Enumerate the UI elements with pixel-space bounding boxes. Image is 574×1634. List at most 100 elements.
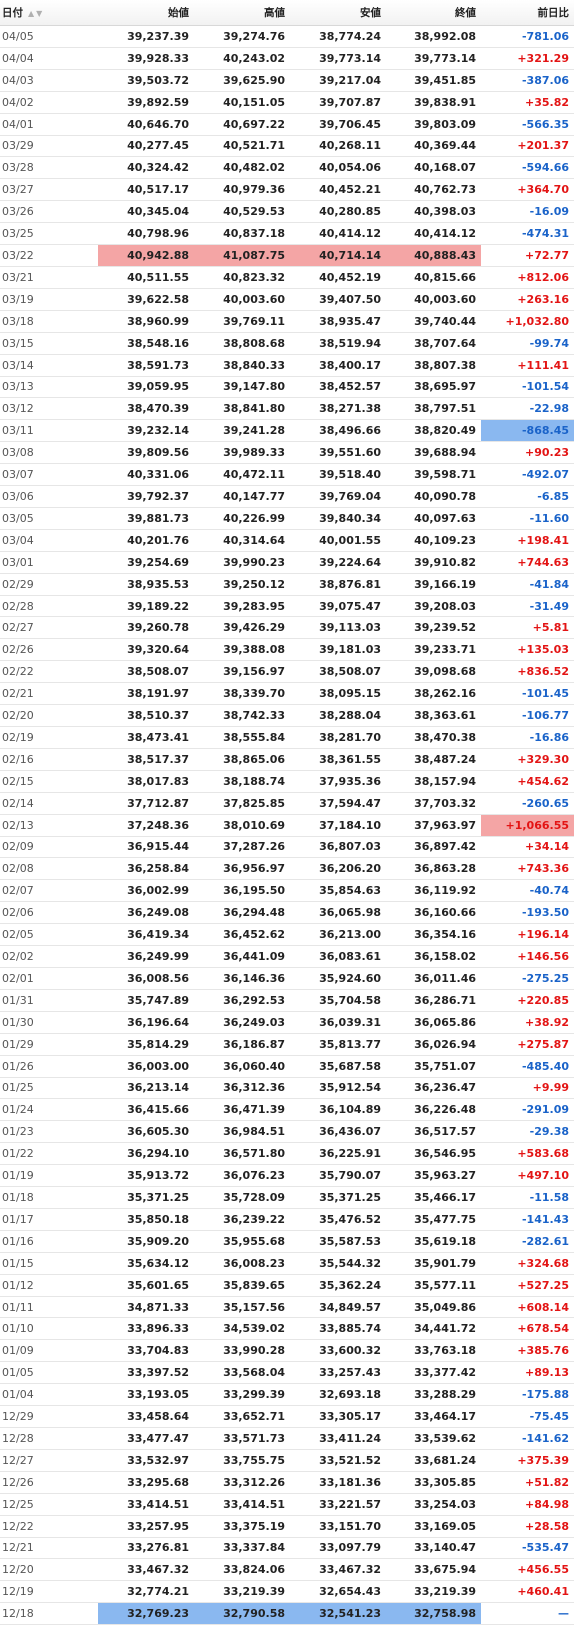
low-cell: 37,184.10	[290, 814, 386, 837]
close-cell: 38,807.38	[386, 354, 481, 377]
open-cell: 33,414.51	[98, 1493, 194, 1516]
high-cell: 39,250.12	[194, 573, 290, 596]
low-cell: 35,687.58	[290, 1055, 386, 1078]
high-cell: 39,388.08	[194, 638, 290, 662]
close-cell: 40,398.03	[386, 200, 481, 224]
date-cell: 12/27	[0, 1449, 98, 1472]
open-column-header: 始値	[98, 0, 194, 26]
change-cell: +678.54	[481, 1317, 574, 1341]
high-cell: 36,956.97	[194, 857, 290, 881]
table-row: 03/11 39,232.14 39,241.28 38,496.66 38,820.4…	[0, 419, 574, 443]
date-cell: 03/26	[0, 200, 98, 224]
close-cell: 39,773.14	[386, 47, 481, 70]
change-cell: +201.37	[481, 135, 574, 158]
table-row: 03/07 40,331.06 40,472.11 39,518.40 39,598.7…	[0, 463, 574, 487]
high-cell: 40,482.02	[194, 156, 290, 180]
close-cell: 39,803.09	[386, 113, 481, 136]
change-cell: -40.74	[481, 879, 574, 903]
low-cell: 35,704.58	[290, 989, 386, 1012]
close-cell: 39,598.71	[386, 463, 481, 487]
open-cell: 40,517.17	[98, 178, 194, 202]
table-row: 02/22 38,508.07 39,156.97 38,508.07 39,098.6…	[0, 660, 574, 684]
change-cell: -781.06	[481, 25, 574, 48]
low-cell: 38,095.15	[290, 682, 386, 706]
low-cell: 39,840.34	[290, 507, 386, 530]
open-cell: 35,850.18	[98, 1208, 194, 1231]
change-cell: +744.63	[481, 551, 574, 574]
date-cell: 01/23	[0, 1120, 98, 1144]
low-cell: 36,436.07	[290, 1120, 386, 1144]
close-cell: 39,910.82	[386, 551, 481, 574]
close-cell: 38,707.64	[386, 332, 481, 355]
change-cell: -16.09	[481, 200, 574, 224]
open-cell: 33,295.68	[98, 1471, 194, 1494]
high-cell: 36,146.36	[194, 967, 290, 990]
open-cell: 38,191.97	[98, 682, 194, 706]
change-cell: -6.85	[481, 485, 574, 508]
low-cell: 39,217.04	[290, 69, 386, 92]
sort-desc-icon[interactable]: ▼	[36, 9, 42, 18]
low-cell: 39,407.50	[290, 288, 386, 311]
table-row: 01/23 36,605.30 36,984.51 36,436.07 36,517.5…	[0, 1120, 574, 1144]
date-cell: 01/29	[0, 1033, 98, 1056]
open-cell: 37,248.36	[98, 814, 194, 837]
open-cell: 36,249.99	[98, 945, 194, 968]
table-row: 12/25 33,414.51 33,414.51 33,221.57 33,254.0…	[0, 1493, 574, 1516]
date-cell: 03/21	[0, 266, 98, 289]
date-cell: 12/26	[0, 1471, 98, 1494]
change-cell: +5.81	[481, 616, 574, 640]
open-cell: 39,260.78	[98, 616, 194, 640]
close-cell: 36,065.86	[386, 1011, 481, 1034]
close-cell: 37,703.32	[386, 792, 481, 815]
high-cell: 40,697.22	[194, 113, 290, 136]
low-cell: 36,065.98	[290, 901, 386, 925]
open-cell: 35,913.72	[98, 1164, 194, 1188]
date-cell: 03/01	[0, 551, 98, 574]
open-cell: 39,503.72	[98, 69, 194, 92]
open-cell: 33,458.64	[98, 1405, 194, 1428]
date-cell: 02/02	[0, 945, 98, 968]
change-cell: +111.41	[481, 354, 574, 377]
close-cell: 36,026.94	[386, 1033, 481, 1056]
date-cell: 12/21	[0, 1537, 98, 1560]
close-cell: 33,169.05	[386, 1515, 481, 1538]
change-cell: +743.36	[481, 857, 574, 881]
change-cell: +456.55	[481, 1558, 574, 1582]
date-cell: 01/04	[0, 1383, 98, 1407]
high-cell: 40,529.53	[194, 200, 290, 224]
sort-controls[interactable]: ▲ ▼	[26, 7, 42, 19]
open-cell: 36,415.66	[98, 1098, 194, 1122]
price-history-table: 日付 ▲ ▼ 始値 高値 安値 終値 前日比 04/05 39,237.39 39,27…	[0, 0, 574, 1626]
date-cell: 01/24	[0, 1098, 98, 1122]
high-cell: 33,571.73	[194, 1427, 290, 1450]
table-row: 01/25 36,213.14 36,312.36 35,912.54 36,236.4…	[0, 1077, 574, 1100]
open-cell: 39,232.14	[98, 419, 194, 443]
low-cell: 36,104.89	[290, 1098, 386, 1122]
change-cell: +329.30	[481, 748, 574, 771]
table-row: 02/29 38,935.53 39,250.12 38,876.81 39,166.1…	[0, 573, 574, 596]
table-row: 12/27 33,532.97 33,755.75 33,521.52 33,681.2…	[0, 1449, 574, 1472]
high-cell: 36,294.48	[194, 901, 290, 925]
high-cell: 36,060.40	[194, 1055, 290, 1078]
table-row: 02/01 36,008.56 36,146.36 35,924.60 36,011.4…	[0, 967, 574, 990]
close-cell: 35,049.86	[386, 1296, 481, 1319]
open-cell: 37,712.87	[98, 792, 194, 815]
table-row: 02/07 36,002.99 36,195.50 35,854.63 36,119.9…	[0, 879, 574, 903]
open-cell: 36,915.44	[98, 836, 194, 859]
table-row: 01/31 35,747.89 36,292.53 35,704.58 36,286.7…	[0, 989, 574, 1012]
open-cell: 34,871.33	[98, 1296, 194, 1319]
sort-asc-icon[interactable]: ▲	[28, 9, 34, 18]
high-cell: 40,147.77	[194, 485, 290, 508]
table-row: 01/30 36,196.64 36,249.03 36,039.31 36,065.8…	[0, 1011, 574, 1034]
date-column-header[interactable]: 日付 ▲ ▼	[0, 0, 98, 26]
high-cell: 33,337.84	[194, 1537, 290, 1560]
table-row: 01/09 33,704.83 33,990.28 33,600.32 33,763.1…	[0, 1339, 574, 1363]
table-row: 01/29 35,814.29 36,186.87 35,813.77 36,026.9…	[0, 1033, 574, 1056]
low-cell: 39,773.14	[290, 47, 386, 70]
low-cell: 38,519.94	[290, 332, 386, 355]
table-row: 02/06 36,249.08 36,294.48 36,065.98 36,160.6…	[0, 901, 574, 925]
date-cell: 02/09	[0, 836, 98, 859]
open-cell: 36,605.30	[98, 1120, 194, 1144]
low-cell: 40,054.06	[290, 156, 386, 180]
change-cell: +84.98	[481, 1493, 574, 1516]
